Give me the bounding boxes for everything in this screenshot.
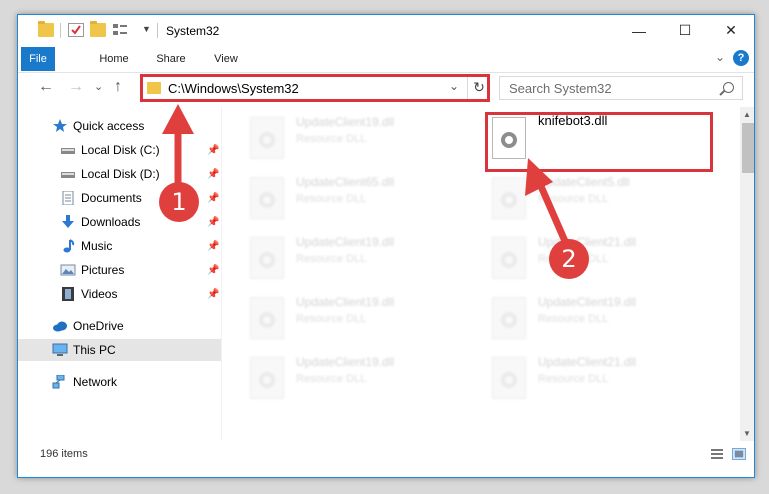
step-2-badge: 2	[549, 239, 589, 279]
annotation-arrow-1	[162, 104, 572, 252]
step-1-badge: 1	[159, 182, 199, 222]
